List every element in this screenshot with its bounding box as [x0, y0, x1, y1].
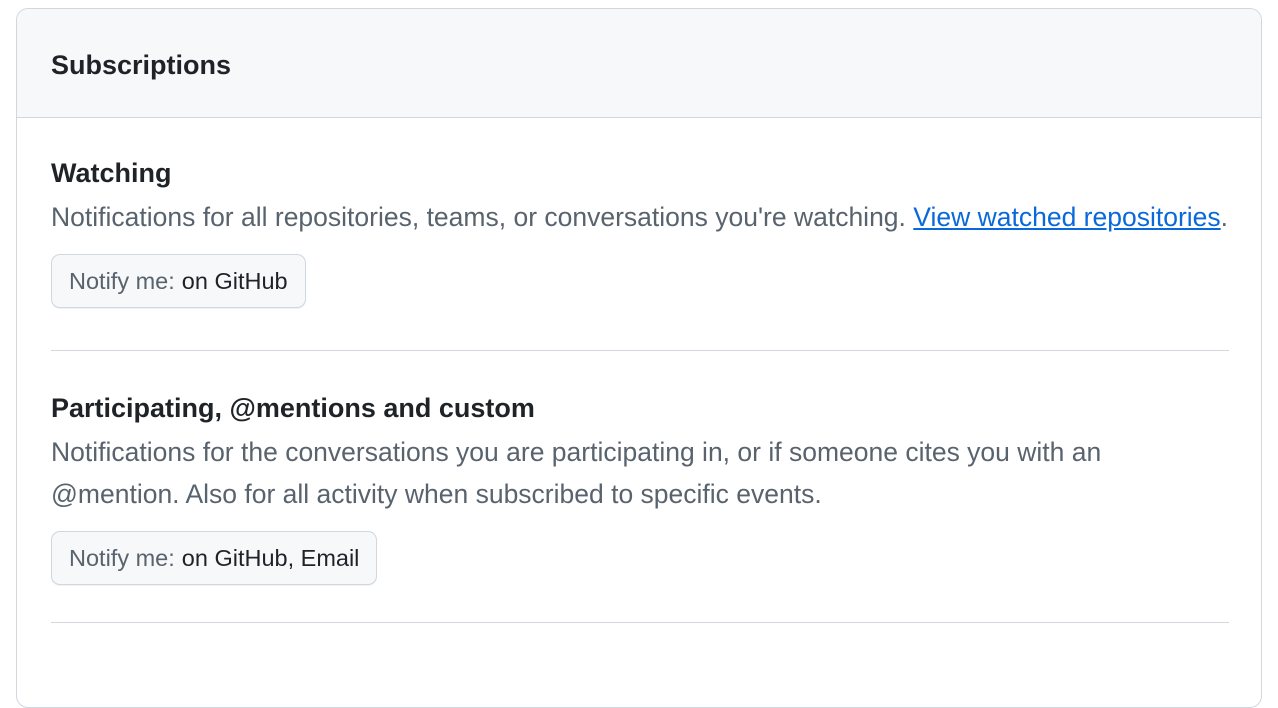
participating-notify-button[interactable]: Notify me: on GitHub, Email [51, 531, 378, 585]
watching-notify-button[interactable]: Notify me: on GitHub [51, 254, 306, 308]
notify-value: on GitHub [181, 267, 288, 294]
watching-description-text: Notifications for all repositories, team… [51, 202, 914, 232]
notify-value: on GitHub, Email [181, 544, 360, 571]
watching-heading: Watching [51, 158, 172, 188]
participating-heading: Participating, @mentions and custom [51, 393, 535, 423]
subscriptions-panel: Subscriptions Watching Notifications for… [16, 8, 1262, 708]
participating-section: Participating, @mentions and custom Noti… [51, 351, 1229, 623]
notify-label: Notify me: [69, 267, 175, 294]
panel-title: Subscriptions [51, 49, 232, 80]
view-watched-repositories-link[interactable]: View watched repositories [913, 202, 1220, 232]
watching-section: Watching Notifications for all repositor… [51, 118, 1229, 351]
watching-description-trailing: . [1220, 202, 1229, 232]
notify-label: Notify me: [69, 544, 175, 571]
watching-description: Notifications for all repositories, team… [51, 196, 1229, 238]
participating-description: Notifications for the conversations you … [51, 437, 1102, 509]
panel-header: Subscriptions [17, 9, 1261, 118]
